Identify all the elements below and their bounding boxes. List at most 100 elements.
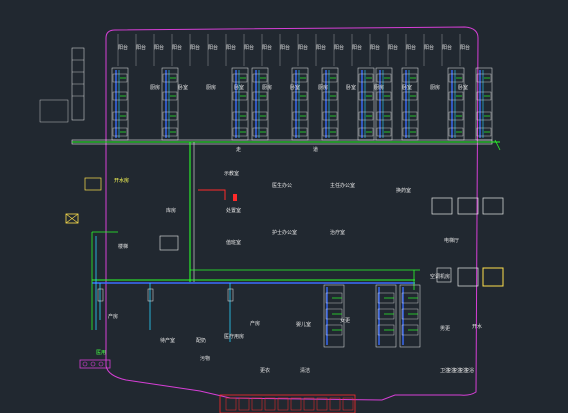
lower-room-label: 待产室: [160, 337, 175, 344]
boiler-symbol: [84, 177, 102, 191]
lower-room-label: 女更: [340, 317, 350, 324]
central-room-label: 主任办公室: [330, 182, 355, 189]
top-room-name: 厨房: [374, 84, 384, 91]
left-label: 开水房: [114, 177, 129, 184]
central-room-label: 护士办公室: [272, 229, 297, 236]
pump-3: [98, 361, 104, 367]
top-room-name: 卧室: [178, 84, 188, 91]
balcony-label: 阳台: [154, 44, 164, 51]
central-room-label: 处置室: [226, 207, 241, 214]
bottom-label: 卫浴: [464, 367, 474, 374]
balcony-label: 阳台: [262, 44, 272, 51]
central-room-label: 治疗室: [330, 229, 345, 236]
balcony-label: 阳台: [244, 44, 254, 51]
unit-bay: [447, 67, 465, 141]
bottom-bay: [225, 397, 237, 411]
legend-block: [39, 99, 69, 123]
hot-water-branch: [198, 189, 226, 200]
unit-bay: [231, 67, 249, 141]
balcony-label: 阳台: [406, 44, 416, 51]
pump-2: [90, 361, 96, 367]
ahu-unit-5: [482, 267, 504, 287]
unit-bay: [291, 67, 309, 141]
bottom-bay: [316, 397, 328, 411]
central-room-label: 医生办公: [272, 182, 292, 189]
lower-room-label: 医疗用房: [224, 333, 244, 340]
lower-room-label: 产房: [108, 313, 118, 320]
balcony-label: 阳台: [172, 44, 182, 51]
pump-1: [82, 361, 88, 367]
balcony-label: 阳台: [136, 44, 146, 51]
central-room-label: 换药室: [396, 187, 411, 194]
hot-water-valve: [233, 194, 237, 201]
lower-room-label: 男更: [440, 326, 450, 332]
central-room-label: 值班室: [226, 239, 241, 246]
balcony-label: 阳台: [334, 44, 344, 51]
balcony-label: 阳台: [280, 44, 290, 51]
bottom-bay: [277, 397, 289, 411]
left-equipment: [39, 47, 179, 369]
central-room-label: 示教室: [224, 170, 239, 177]
lower-valve-box: [227, 288, 234, 302]
top-room-name: 卧室: [234, 84, 244, 91]
left-label: 医用: [96, 350, 106, 356]
lower-room-label: 污物: [200, 355, 210, 362]
balcony-label: 阳台: [442, 44, 452, 51]
unit-bay: [321, 67, 339, 141]
balcony-label: 阳台: [370, 44, 380, 51]
balcony-label: 阳台: [388, 44, 398, 51]
lower-valve-box: [97, 288, 104, 302]
lower-room-label: 婴儿室: [296, 321, 311, 328]
ahu-unit-2: [457, 197, 479, 215]
floor-plan-drawing: 阳台 阳台 阳台 阳台 阳台 阳台 阳台 阳台 阳台 阳台 阳台 阳台 阳台 阳台 阳台 阳台 阳台 阳台 阳台 阳台…: [0, 0, 568, 413]
bottom-bay: [264, 397, 276, 411]
lower-valve-box: [147, 288, 154, 302]
top-room-name: 厨房: [206, 84, 216, 91]
tank-symbol-mid: [159, 235, 179, 251]
bottom-bay: [238, 397, 250, 411]
top-room-name: 厨房: [318, 84, 328, 91]
room-labels: 阳台 阳台 阳台 阳台 阳台 阳台 阳台 阳台 阳台 阳台 阳台 阳台 阳台 阳台 阳台 阳台 阳台 阳台 阳台 阳台…: [96, 44, 482, 374]
right-label: 空调机房: [430, 273, 450, 280]
top-room-name: 卧室: [402, 84, 412, 91]
ahu-unit-1: [431, 197, 453, 215]
lower-room-label: 产房: [250, 320, 260, 327]
unit-bay: [111, 67, 129, 141]
balcony-label: 阳台: [352, 44, 362, 51]
balcony-label: 阳台: [460, 44, 470, 51]
top-room-name: 厨房: [262, 84, 272, 91]
unit-bay: [375, 67, 393, 141]
balcony-label: 阳台: [226, 44, 236, 51]
floor-plan-svg: 阳台 阳台 阳台 阳台 阳台 阳台 阳台 阳台 阳台 阳台 阳台 阳台 阳台 阳台 阳台 阳台 阳台 阳台 阳台 阳台…: [39, 26, 504, 413]
bottom-bay: [303, 397, 315, 411]
unit-bay: [401, 67, 419, 141]
balcony-label: 阳台: [118, 44, 128, 51]
balcony-label: 阳台: [190, 44, 200, 51]
right-label: 电梯厅: [444, 237, 459, 244]
lower-wing: [97, 283, 421, 411]
lower-room-label: 更衣: [260, 367, 270, 374]
central-room-label: 库房: [166, 207, 176, 214]
lower-room-label: 配奶: [196, 337, 206, 344]
corridor-label: 走: [236, 147, 241, 153]
top-room-name: 卧室: [346, 84, 356, 91]
unit-bay: [475, 67, 493, 141]
unit-bay: [357, 67, 375, 141]
right-equipment: [431, 139, 504, 287]
unit-bay: [161, 67, 179, 141]
bottom-bay: [290, 397, 302, 411]
corridor-label: 道: [313, 146, 318, 153]
top-room-name: 卧室: [290, 84, 300, 91]
lower-room-label: 开水: [472, 323, 482, 330]
balcony-label: 阳台: [208, 44, 218, 51]
unit-bay: [251, 67, 269, 141]
ahu-unit-3: [482, 197, 504, 215]
top-room-name: 厨房: [430, 84, 440, 91]
lower-room-label: 清洁: [300, 367, 310, 374]
top-room-name: 卧室: [458, 84, 468, 91]
balcony-label: 阳台: [424, 44, 434, 51]
balcony-label: 阳台: [316, 44, 326, 51]
top-room-name: 厨房: [150, 84, 160, 91]
left-label: 楼梯: [118, 243, 128, 250]
balcony-label: 阳台: [298, 44, 308, 51]
